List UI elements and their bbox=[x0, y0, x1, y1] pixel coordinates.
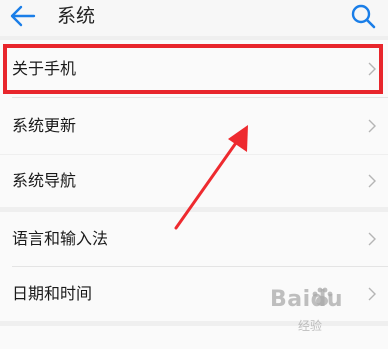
settings-item-label: 系统更新 bbox=[12, 115, 77, 135]
settings-item-label: 语言和输入法 bbox=[12, 229, 109, 248]
settings-item-label: 关于手机 bbox=[12, 58, 77, 78]
settings-group-device: 关于手机 系统更新 bbox=[0, 40, 388, 154]
page-title: 系统 bbox=[57, 5, 96, 27]
paw-icon bbox=[312, 287, 333, 306]
search-icon[interactable] bbox=[350, 3, 376, 29]
settings-item-label: 系统导航 bbox=[12, 171, 77, 190]
chevron-right-icon bbox=[368, 232, 376, 246]
settings-item-system-navigation[interactable]: 系统导航 bbox=[0, 155, 388, 207]
settings-item-system-update[interactable]: 系统更新 bbox=[0, 97, 388, 154]
settings-group-navigation: 系统导航 bbox=[0, 155, 388, 207]
settings-item-label: 日期和时间 bbox=[12, 283, 93, 303]
chevron-right-icon bbox=[368, 174, 376, 188]
arrow-left-icon[interactable] bbox=[8, 3, 38, 29]
watermark: Baidu 经验 bbox=[270, 283, 382, 339]
watermark-sub: 经验 bbox=[298, 319, 323, 333]
settings-item-language-input[interactable]: 语言和输入法 bbox=[0, 212, 388, 266]
settings-item-about-phone[interactable]: 关于手机 bbox=[0, 40, 388, 97]
chevron-right-icon bbox=[368, 62, 376, 75]
chevron-right-icon bbox=[368, 119, 376, 132]
title-bar: 系统 bbox=[0, 0, 388, 36]
